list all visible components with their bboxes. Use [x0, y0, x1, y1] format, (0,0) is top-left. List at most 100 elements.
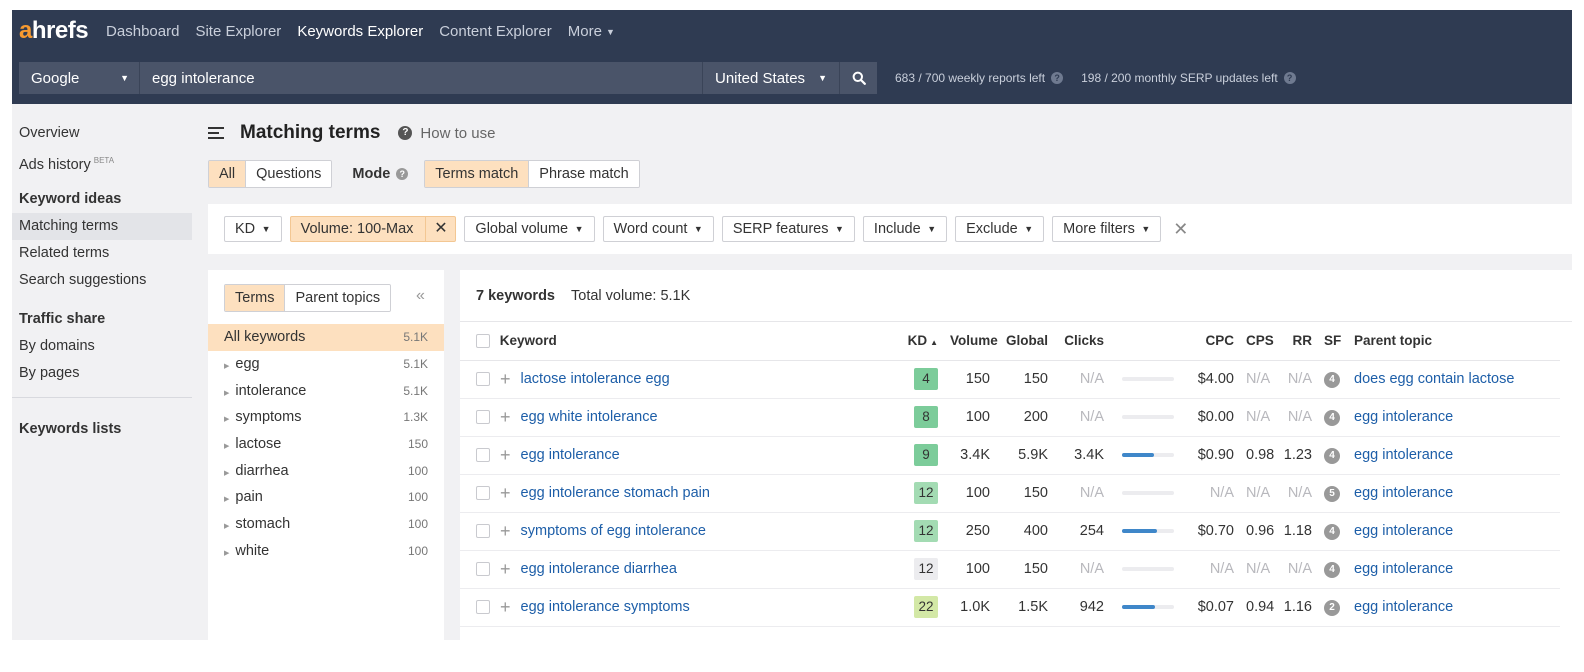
col-keyword[interactable]: Keyword: [500, 333, 557, 348]
expand-icon[interactable]: ▶: [224, 389, 229, 397]
expand-icon[interactable]: ▶: [224, 495, 229, 503]
serp-features-badge[interactable]: 5: [1324, 486, 1340, 502]
expand-icon[interactable]: ▶: [224, 415, 229, 423]
col-volume[interactable]: Volume: [944, 322, 998, 361]
serp-features-badge[interactable]: 4: [1324, 524, 1340, 540]
row-checkbox[interactable]: [476, 448, 490, 463]
nav-site-explorer[interactable]: Site Explorer: [195, 23, 281, 40]
serp-features-badge[interactable]: 4: [1324, 562, 1340, 578]
parent-topic-link[interactable]: egg intolerance: [1354, 523, 1453, 539]
row-checkbox[interactable]: [476, 600, 490, 615]
add-to-list-icon[interactable]: +: [500, 484, 511, 502]
filter-more-filters[interactable]: More filters ▼: [1052, 216, 1162, 242]
row-checkbox[interactable]: [476, 410, 490, 425]
add-to-list-icon[interactable]: +: [500, 522, 511, 540]
help-icon[interactable]: ?: [398, 126, 413, 140]
col-kd[interactable]: KD ▲: [900, 322, 944, 361]
nav-dashboard[interactable]: Dashboard: [106, 23, 179, 40]
sidebar-item-overview[interactable]: Overview: [12, 120, 192, 147]
filter-serp-features[interactable]: SERP features ▼: [721, 216, 855, 242]
tab-all[interactable]: All: [209, 161, 246, 187]
sidebar-item-by-pages[interactable]: By pages: [12, 360, 192, 387]
serp-features-badge[interactable]: 4: [1324, 372, 1340, 388]
clear-filters-icon[interactable]: ✕: [1173, 219, 1188, 240]
keyword-link[interactable]: lactose intolerance egg: [521, 371, 670, 387]
col-rr[interactable]: RR: [1276, 322, 1318, 361]
search-button[interactable]: [839, 62, 877, 94]
term-row[interactable]: ▶ diarrhea 100: [208, 457, 444, 484]
how-to-use-link[interactable]: How to use: [420, 125, 495, 142]
keyword-link[interactable]: egg intolerance symptoms: [521, 599, 690, 615]
help-icon[interactable]: ?: [396, 168, 409, 180]
sidebar-item-by-domains[interactable]: By domains: [12, 333, 192, 360]
term-row[interactable]: ▶ stomach 100: [208, 511, 444, 538]
tab-questions[interactable]: Questions: [245, 161, 332, 187]
remove-filter-icon[interactable]: ✕: [425, 217, 455, 241]
keyword-link[interactable]: egg intolerance: [521, 447, 620, 463]
term-row[interactable]: ▶ pain 100: [208, 484, 444, 511]
term-row[interactable]: ▶ lactose 150: [208, 431, 444, 458]
sidebar-item-search-suggestions[interactable]: Search suggestions: [12, 267, 192, 294]
ahrefs-logo[interactable]: ahrefs: [19, 17, 89, 45]
row-checkbox[interactable]: [476, 562, 490, 577]
term-row[interactable]: ▶ egg 5.1K: [208, 351, 444, 378]
term-row[interactable]: All keywords 5.1K: [208, 324, 444, 351]
row-checkbox[interactable]: [476, 486, 490, 501]
tab-parent-topics[interactable]: Parent topics: [284, 285, 391, 311]
menu-icon[interactable]: [208, 127, 224, 139]
filter-exclude[interactable]: Exclude ▼: [955, 216, 1045, 242]
help-icon[interactable]: ?: [1051, 72, 1064, 84]
select-all-checkbox[interactable]: [476, 334, 490, 349]
serp-features-badge[interactable]: 2: [1324, 600, 1340, 616]
filter-word-count[interactable]: Word count ▼: [602, 216, 714, 242]
col-global[interactable]: Global: [996, 322, 1054, 361]
term-row[interactable]: ▶ intolerance 5.1K: [208, 377, 444, 404]
parent-topic-link[interactable]: egg intolerance: [1354, 561, 1453, 577]
mode-phrase-match[interactable]: Phrase match: [528, 161, 639, 187]
row-checkbox[interactable]: [476, 524, 490, 539]
nav-content-explorer[interactable]: Content Explorer: [439, 23, 552, 40]
keyword-link[interactable]: egg white intolerance: [521, 409, 658, 425]
expand-icon[interactable]: ▶: [224, 469, 229, 477]
add-to-list-icon[interactable]: +: [500, 446, 511, 464]
term-row[interactable]: ▶ symptoms 1.3K: [208, 404, 444, 431]
row-checkbox[interactable]: [476, 372, 490, 387]
add-to-list-icon[interactable]: +: [500, 408, 511, 426]
expand-icon[interactable]: ▶: [224, 362, 229, 370]
sidebar-item-matching-terms[interactable]: Matching terms: [12, 213, 192, 240]
keyword-link[interactable]: egg intolerance diarrhea: [521, 561, 677, 577]
keyword-input[interactable]: egg intolerance: [139, 62, 702, 94]
col-cps[interactable]: CPS: [1240, 322, 1276, 361]
parent-topic-link[interactable]: egg intolerance: [1354, 409, 1453, 425]
serp-features-badge[interactable]: 4: [1324, 410, 1340, 426]
mode-terms-match[interactable]: Terms match: [425, 161, 529, 187]
filter-volume[interactable]: Volume: 100-Max ✕: [289, 216, 457, 242]
filter-global-volume[interactable]: Global volume ▼: [464, 216, 595, 242]
expand-icon[interactable]: ▶: [224, 522, 229, 530]
nav-keywords-explorer[interactable]: Keywords Explorer: [297, 23, 423, 40]
add-to-list-icon[interactable]: +: [500, 370, 511, 388]
filter-kd[interactable]: KD ▼: [224, 216, 282, 242]
serp-features-badge[interactable]: 4: [1324, 448, 1340, 464]
parent-topic-link[interactable]: egg intolerance: [1354, 447, 1453, 463]
expand-icon[interactable]: ▶: [224, 549, 229, 557]
filter-include[interactable]: Include ▼: [862, 216, 948, 242]
col-cpc[interactable]: CPC: [1180, 322, 1240, 361]
col-parent-topic[interactable]: Parent topic: [1344, 322, 1560, 361]
tab-terms[interactable]: Terms: [225, 285, 285, 311]
sidebar-item-ads-history[interactable]: Ads history BETA: [12, 147, 192, 174]
add-to-list-icon[interactable]: +: [500, 560, 511, 578]
parent-topic-link[interactable]: egg intolerance: [1354, 599, 1453, 615]
add-to-list-icon[interactable]: +: [500, 598, 511, 616]
sidebar-item-related-terms[interactable]: Related terms: [12, 240, 192, 267]
term-row[interactable]: ▶ white 100: [208, 538, 444, 565]
keyword-link[interactable]: symptoms of egg intolerance: [521, 523, 706, 539]
collapse-icon[interactable]: «: [416, 287, 425, 305]
country-select[interactable]: United States ▼: [702, 62, 839, 94]
nav-more[interactable]: More ▼: [568, 23, 615, 40]
col-clicks[interactable]: Clicks: [1054, 322, 1110, 361]
search-engine-select[interactable]: Google ▼: [19, 62, 139, 94]
help-icon[interactable]: ?: [1283, 72, 1296, 84]
parent-topic-link[interactable]: does egg contain lactose: [1354, 371, 1514, 387]
expand-icon[interactable]: ▶: [224, 442, 229, 450]
